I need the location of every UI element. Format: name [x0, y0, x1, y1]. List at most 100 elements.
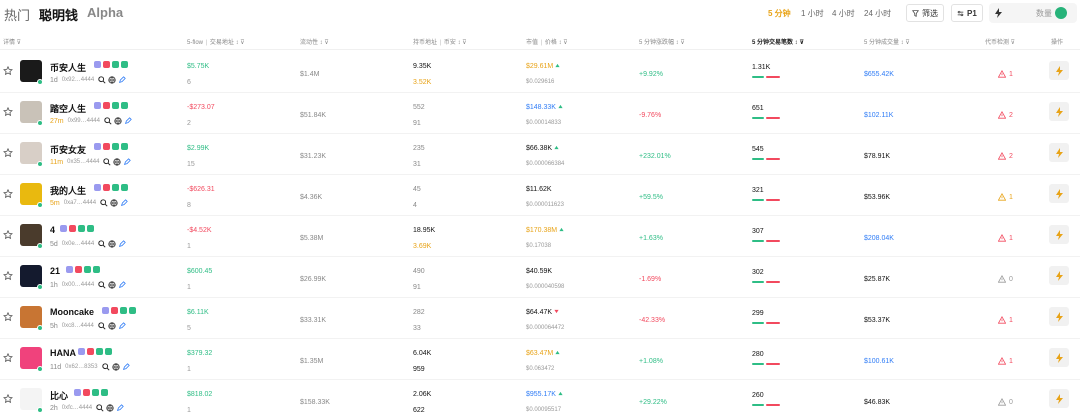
contract-address[interactable]: 0x00…4444	[62, 282, 94, 288]
detection-cell[interactable]: 1	[998, 193, 1013, 201]
header-change[interactable]: 5 分钟涨跌幅 ↕ ⊽	[639, 37, 685, 46]
globe-icon[interactable]	[111, 363, 120, 371]
globe-icon[interactable]	[110, 199, 118, 207]
token-name[interactable]: Mooncake	[50, 307, 94, 317]
contract-address[interactable]: 0x35…4444	[67, 159, 99, 165]
detection-cell[interactable]: 1	[998, 316, 1013, 324]
globe-icon[interactable]	[108, 76, 116, 84]
token-name[interactable]: 21	[50, 266, 60, 276]
search-icon[interactable]	[98, 76, 106, 84]
favorite-star-icon[interactable]	[3, 107, 13, 117]
globe-icon[interactable]	[108, 281, 116, 289]
detection-cell[interactable]: 0	[998, 398, 1013, 406]
edit-icon[interactable]	[118, 76, 126, 84]
quick-buy-button[interactable]	[1049, 389, 1069, 408]
chain-selector-icon[interactable]	[1055, 7, 1067, 19]
p1-button[interactable]: P1	[951, 4, 983, 22]
edit-icon[interactable]	[120, 199, 128, 207]
favorite-star-icon[interactable]	[3, 353, 13, 363]
search-icon[interactable]	[98, 281, 106, 289]
search-icon[interactable]	[103, 158, 112, 166]
edit-icon[interactable]	[123, 158, 132, 166]
token-name[interactable]: 我的人生	[50, 184, 86, 197]
detection-cell[interactable]: 1	[998, 234, 1013, 242]
table-row[interactable]: 踏空人生 27m 0x99…4444 -$273.07 2 $51.84K 55…	[0, 93, 1080, 134]
tab-alpha[interactable]: Alpha	[87, 5, 123, 20]
token-name[interactable]: 踏空人生	[50, 102, 86, 115]
tab-smart-money[interactable]: 聪明钱	[39, 5, 78, 24]
token-name[interactable]: HANA	[50, 348, 76, 358]
timeframe-5m[interactable]: 5 分钟	[768, 8, 791, 19]
header-liquidity[interactable]: 流动性 ↕ ⊽	[300, 37, 329, 46]
detection-cell[interactable]: 0	[998, 275, 1013, 283]
search-icon[interactable]	[98, 322, 106, 330]
quick-buy-button[interactable]	[1049, 184, 1069, 203]
header-txcount[interactable]: 5 分钟交易笔数 ↕ ⊽	[752, 37, 804, 46]
timeframe-1h[interactable]: 1 小时	[801, 8, 824, 19]
quick-buy-button[interactable]	[1049, 307, 1069, 326]
globe-icon[interactable]	[113, 158, 122, 166]
quick-buy-button[interactable]	[1049, 61, 1069, 80]
table-row[interactable]: 21 1h 0x00…4444 $600.45 1 $26.99K 490 91…	[0, 257, 1080, 298]
favorite-star-icon[interactable]	[3, 66, 13, 76]
search-icon[interactable]	[100, 199, 108, 207]
edit-icon[interactable]	[124, 117, 132, 125]
header-flow[interactable]: 5-flow | 交易地址 ↕ ⊽	[187, 37, 245, 46]
detection-cell[interactable]: 2	[998, 152, 1013, 160]
contract-address[interactable]: 0x99…4444	[68, 118, 100, 124]
filter-button[interactable]: 筛选	[906, 4, 944, 22]
header-mcap[interactable]: 市值 | 价格 ↕ ⊽	[526, 37, 568, 46]
quick-buy-button[interactable]	[1049, 102, 1069, 121]
edit-icon[interactable]	[118, 281, 126, 289]
table-row[interactable]: 币安人生 1d 0x92…4444 $5.75K 6 $1.4M 9.35K 3…	[0, 52, 1080, 93]
quick-buy-button[interactable]	[1049, 266, 1069, 285]
table-row[interactable]: 4 5d 0x0e…4444 -$4.52K 1 $5.38M 18.95K 3…	[0, 216, 1080, 257]
table-row[interactable]: 我的人生 5m 0xa7…4444 -$626.31 8 $4.36K 45 4…	[0, 175, 1080, 216]
table-row[interactable]: Mooncake 5h 0xc8…4444 $6.11K 5 $33.31K 2…	[0, 298, 1080, 339]
table-row[interactable]: 比心 2h 0xfc…4444 $818.02 1 $158.33K 2.06K…	[0, 380, 1080, 416]
token-name[interactable]: 4	[50, 225, 55, 235]
token-name[interactable]: 币安人生	[50, 61, 86, 74]
tab-hot[interactable]: 热门	[4, 5, 30, 24]
contract-address[interactable]: 0x62…8353	[65, 364, 97, 370]
contract-address[interactable]: 0xc8…4444	[62, 323, 94, 329]
globe-icon[interactable]	[106, 404, 114, 412]
contract-address[interactable]: 0x92…4444	[62, 77, 94, 83]
favorite-star-icon[interactable]	[3, 189, 13, 199]
table-row[interactable]: HANA 11d 0x62…8353 $379.32 1 $1.35M 6.04…	[0, 339, 1080, 380]
timeframe-4h[interactable]: 4 小时	[832, 8, 855, 19]
globe-icon[interactable]	[108, 322, 116, 330]
detection-cell[interactable]: 1	[998, 70, 1013, 78]
edit-icon[interactable]	[122, 363, 130, 371]
token-name[interactable]: 币安女友	[50, 143, 86, 156]
contract-address[interactable]: 0x0e…4444	[62, 241, 94, 247]
search-icon[interactable]	[96, 404, 104, 412]
contract-address[interactable]: 0xa7…4444	[64, 200, 96, 206]
edit-icon[interactable]	[118, 322, 126, 330]
table-row[interactable]: 币安女友 11m 0x35…4444 $2.99K 15 $31.23K 235…	[0, 134, 1080, 175]
contract-address[interactable]: 0xfc…4444	[62, 405, 92, 411]
header-holders[interactable]: 持币地址 | 币安 ↕ ⊽	[413, 37, 467, 46]
token-name[interactable]: 比心	[50, 389, 68, 402]
globe-icon[interactable]	[108, 240, 116, 248]
edit-icon[interactable]	[116, 404, 124, 412]
globe-icon[interactable]	[114, 117, 122, 125]
search-icon[interactable]	[104, 117, 112, 125]
favorite-star-icon[interactable]	[3, 148, 13, 158]
header-detection[interactable]: 代币检测 ⊽	[985, 37, 1015, 46]
search-icon[interactable]	[98, 240, 106, 248]
favorite-star-icon[interactable]	[3, 312, 13, 322]
quick-buy-button[interactable]	[1049, 225, 1069, 244]
quick-buy-button[interactable]	[1049, 143, 1069, 162]
favorite-star-icon[interactable]	[3, 394, 13, 404]
search-icon[interactable]	[101, 363, 110, 371]
header-volume[interactable]: 5 分钟成交量 ↕ ⊽	[864, 37, 910, 46]
detection-cell[interactable]: 2	[998, 111, 1013, 119]
edit-icon[interactable]	[118, 240, 126, 248]
favorite-star-icon[interactable]	[3, 271, 13, 281]
header-detail[interactable]: 详情 ⊽	[3, 37, 21, 46]
detection-cell[interactable]: 1	[998, 357, 1013, 365]
favorite-star-icon[interactable]	[3, 230, 13, 240]
timeframe-24h[interactable]: 24 小时	[864, 8, 891, 19]
quick-buy-button[interactable]	[1049, 348, 1069, 367]
